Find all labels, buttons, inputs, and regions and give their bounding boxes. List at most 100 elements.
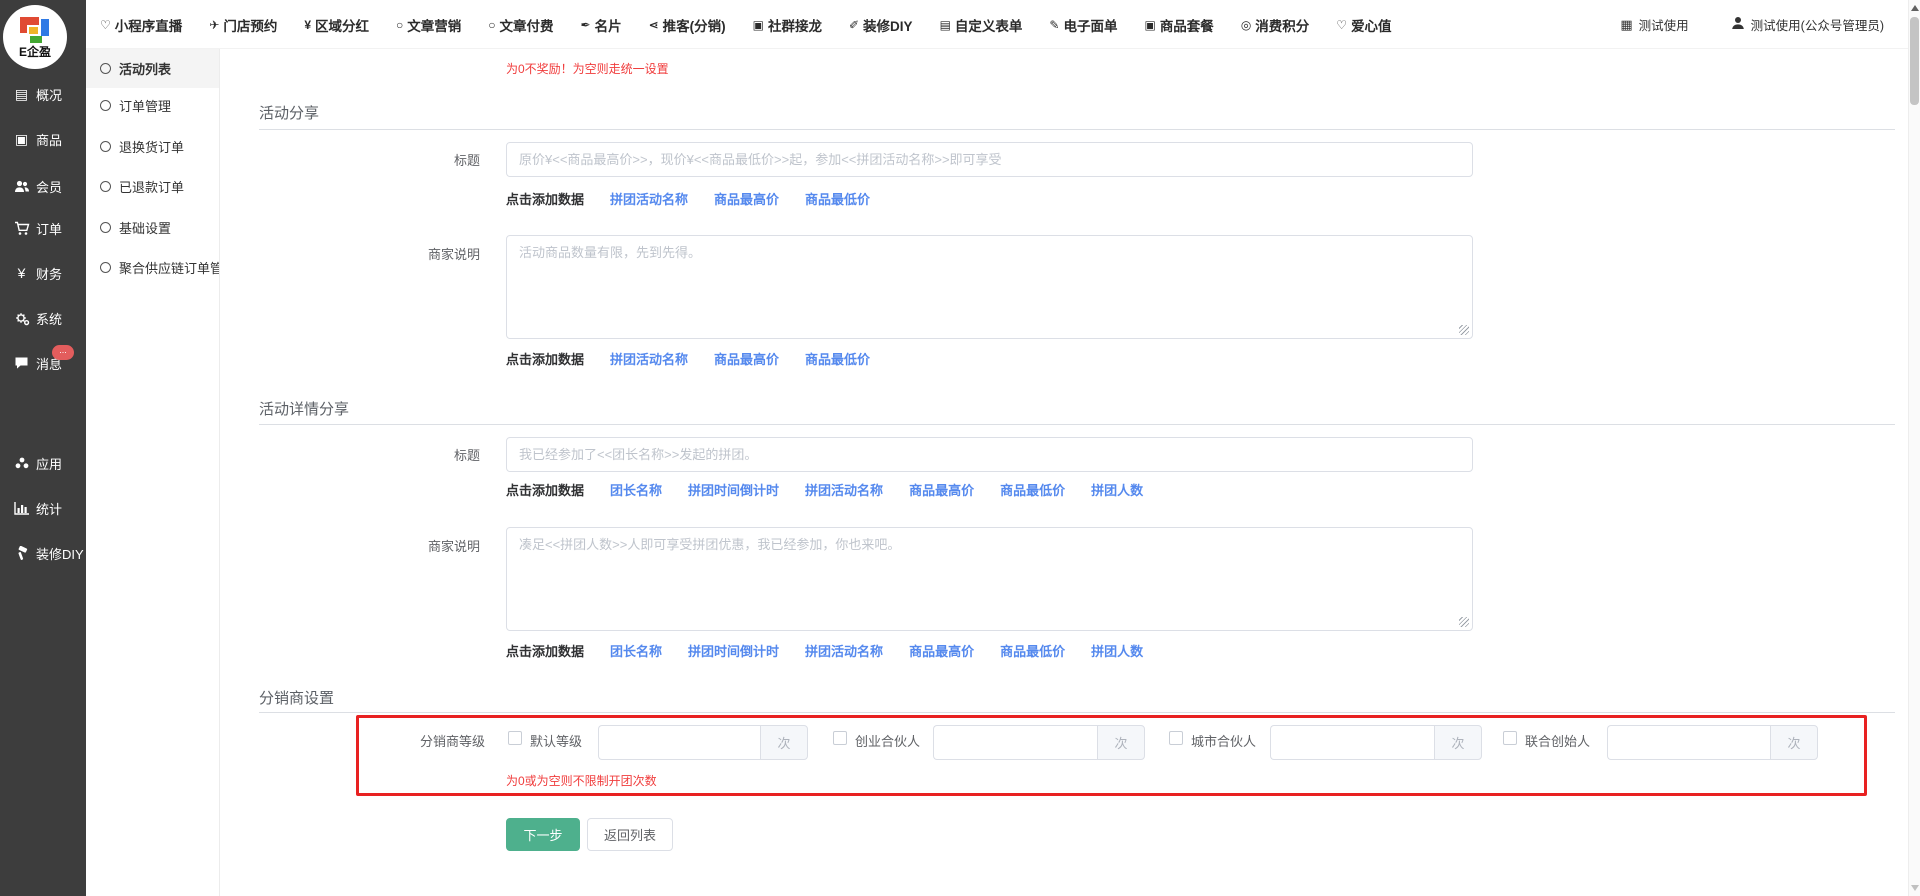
submenu-item-return-orders[interactable]: 退换货订单 [86, 126, 220, 166]
share-desc-label: 商家说明 [360, 244, 480, 263]
textarea-resize-handle[interactable] [1459, 325, 1469, 335]
sidebar-item-goods[interactable]: ▣ 商品 [0, 126, 86, 152]
city-partner-checkbox[interactable] [1169, 731, 1183, 745]
detail-title-input[interactable] [506, 437, 1473, 472]
chart-icon [13, 501, 30, 515]
topnav-item-custom-form[interactable]: ▤自定义表单 [940, 15, 1023, 35]
bullet-icon [100, 181, 111, 192]
add-data-link-group-size[interactable]: 拼团人数 [1091, 480, 1143, 499]
add-data-link-max-price[interactable]: 商品最高价 [909, 641, 974, 660]
bullet-icon [100, 63, 111, 74]
sidebar-item-label: 装修DIY [36, 544, 84, 563]
share-desc-add-data-row: 点击添加数据 拼团活动名称 商品最高价 商品最低价 [506, 349, 870, 368]
topnav-item-region-dividend[interactable]: ¥区域分红 [304, 15, 369, 35]
add-data-link-group-size[interactable]: 拼团人数 [1091, 641, 1143, 660]
add-data-link-countdown[interactable]: 拼团时间倒计时 [688, 480, 779, 499]
sidebar-item-label: 订单 [36, 219, 62, 238]
topnav-item-store-booking[interactable]: ✈门店预约 [209, 15, 277, 35]
user-icon [1731, 16, 1745, 33]
city-partner-times-field: 次 [1270, 725, 1482, 760]
add-data-link-min-price[interactable]: 商品最低价 [1000, 480, 1065, 499]
account-label: 测试使用(公众号管理员) [1751, 15, 1884, 34]
add-data-link-max-price[interactable]: 商品最高价 [714, 349, 779, 368]
sidebar-item-apps[interactable]: 应用 [0, 450, 86, 476]
bullet-icon [100, 141, 111, 152]
add-data-link-max-price[interactable]: 商品最高价 [714, 189, 779, 208]
textarea-resize-handle[interactable] [1459, 617, 1469, 627]
topnav-label: 小程序直播 [115, 15, 183, 35]
default-level-checkbox[interactable] [508, 731, 522, 745]
detail-title-label: 标题 [360, 445, 480, 464]
sidebar-item-overview[interactable]: ▤ 概况 [0, 81, 86, 107]
topnav-item-live[interactable]: ♡小程序直播 [100, 15, 182, 35]
startup-partner-times-field: 次 [933, 725, 1145, 760]
detail-desc-textarea[interactable] [506, 527, 1473, 631]
next-step-button[interactable]: 下一步 [506, 818, 580, 851]
share-desc-textarea[interactable] [506, 235, 1473, 339]
startup-partner-times-input[interactable] [933, 725, 1097, 760]
heart-icon: ♡ [1336, 18, 1347, 32]
scroll-up-arrow-icon[interactable] [1911, 5, 1919, 11]
add-data-link-activity-name[interactable]: 拼团活动名称 [805, 480, 883, 499]
detail-desc-label: 商家说明 [360, 536, 480, 555]
account-menu[interactable]: 测试使用(公众号管理员) [1731, 15, 1884, 34]
add-data-link-min-price[interactable]: 商品最低价 [1000, 641, 1065, 660]
sidebar-item-decorate-diy[interactable]: 装修DIY [0, 540, 86, 566]
co-founder-times-input[interactable] [1607, 725, 1770, 760]
test-use-menu[interactable]: ▦ 测试使用 [1620, 15, 1688, 34]
sidebar-item-system[interactable]: 系统 [0, 305, 86, 331]
topnav-item-article-marketing[interactable]: ○文章营销 [396, 15, 461, 35]
add-data-link-max-price[interactable]: 商品最高价 [909, 480, 974, 499]
section-divider [259, 129, 1895, 130]
submenu-item-supply-chain-orders[interactable]: 聚合供应链订单管 [86, 247, 220, 287]
share-title-label: 标题 [360, 150, 480, 169]
default-level-times-field: 次 [598, 725, 808, 760]
startup-partner-checkbox[interactable] [833, 731, 847, 745]
sidebar-item-members[interactable]: 会员 [0, 173, 86, 199]
city-partner-times-input[interactable] [1270, 725, 1434, 760]
topnav-item-distribution[interactable]: ⋖推客(分销) [649, 15, 726, 35]
topnav-item-decorate-diy[interactable]: ✐装修DIY [849, 15, 913, 35]
add-data-link-leader-name[interactable]: 团长名称 [610, 641, 662, 660]
cart-icon [13, 221, 30, 236]
add-data-link-min-price[interactable]: 商品最低价 [805, 189, 870, 208]
add-data-link-activity-name[interactable]: 拼团活动名称 [610, 349, 688, 368]
main-sidebar: E企盈 ▤ 概况 ▣ 商品 会员 订单 ¥ 财务 [0, 0, 86, 896]
bullet-icon [100, 222, 111, 233]
dealer-helper-text: 为0或为空则不限制开团次数 [506, 772, 657, 789]
topnav-label: 消费积分 [1255, 15, 1309, 35]
topnav-item-consume-points[interactable]: ◎消费积分 [1241, 15, 1309, 35]
back-to-list-button[interactable]: 返回列表 [587, 818, 673, 851]
sidebar-item-label: 系统 [36, 309, 62, 328]
submenu-item-refunded-orders[interactable]: 已退款订单 [86, 166, 220, 206]
add-data-link-countdown[interactable]: 拼团时间倒计时 [688, 641, 779, 660]
default-level-times-input[interactable] [598, 725, 760, 760]
topnav-item-love-value[interactable]: ♡爱心值 [1336, 15, 1391, 35]
submenu-label: 活动列表 [119, 59, 171, 78]
add-data-link-leader-name[interactable]: 团长名称 [610, 480, 662, 499]
topnav-item-group-chain[interactable]: ▣社群接龙 [753, 15, 822, 35]
times-unit-suffix: 次 [1434, 725, 1482, 760]
page-scrollbar[interactable] [1908, 0, 1920, 896]
image-icon: ▣ [1144, 18, 1155, 32]
brand-logo[interactable]: E企盈 [3, 5, 67, 69]
topnav-item-business-card[interactable]: ✒名片 [581, 15, 622, 35]
add-data-link-activity-name[interactable]: 拼团活动名称 [610, 189, 688, 208]
sidebar-item-stats[interactable]: 统计 [0, 495, 86, 521]
sidebar-item-orders[interactable]: 订单 [0, 215, 86, 241]
topnav-item-e-waybill[interactable]: ✎电子面单 [1049, 15, 1117, 35]
secondary-sidebar: 活动列表 订单管理 退换货订单 已退款订单 基础设置 聚合供应链订单管 [86, 49, 220, 896]
co-founder-checkbox[interactable] [1503, 731, 1517, 745]
sidebar-item-finance[interactable]: ¥ 财务 [0, 260, 86, 286]
submenu-item-order-manage[interactable]: 订单管理 [86, 85, 220, 125]
scrollbar-thumb[interactable] [1910, 17, 1919, 105]
topnav-item-article-pay[interactable]: ○文章付费 [488, 15, 553, 35]
submenu-item-activity-list[interactable]: 活动列表 [86, 49, 220, 88]
submenu-item-basic-settings[interactable]: 基础设置 [86, 207, 220, 247]
scroll-down-arrow-icon[interactable] [1911, 885, 1919, 891]
add-data-link-min-price[interactable]: 商品最低价 [805, 349, 870, 368]
share-title-input[interactable] [506, 142, 1473, 177]
hammer-icon: ✐ [849, 18, 859, 32]
topnav-item-product-package[interactable]: ▣商品套餐 [1144, 15, 1213, 35]
add-data-link-activity-name[interactable]: 拼团活动名称 [805, 641, 883, 660]
